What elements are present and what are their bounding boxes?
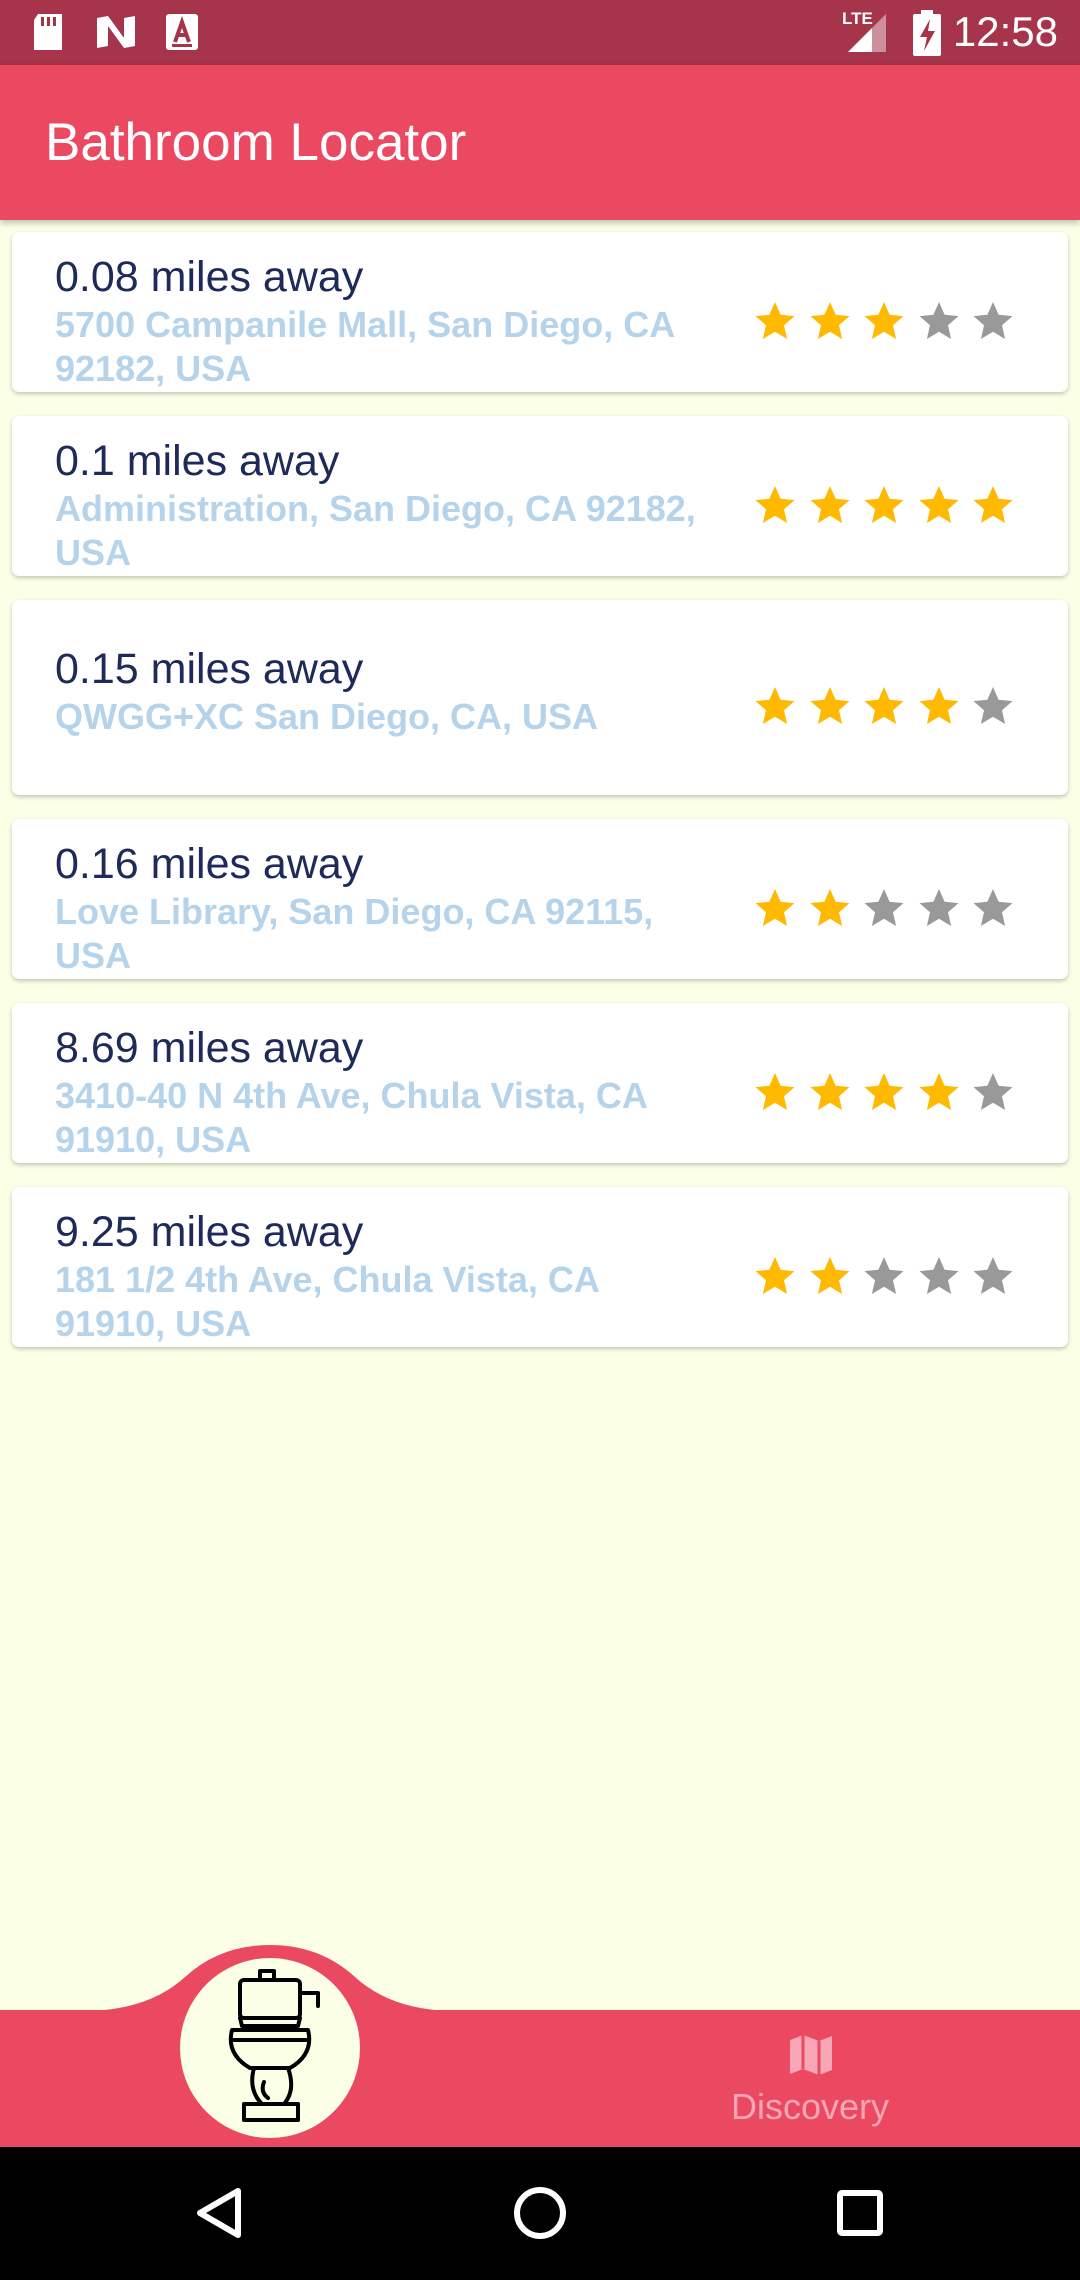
address-text: Administration, San Diego, CA 92182, USA	[55, 488, 696, 573]
star-filled-icon	[808, 483, 852, 527]
distance-text: 0.1 miles away	[55, 437, 340, 485]
back-icon[interactable]	[186, 2177, 258, 2249]
star-filled-icon	[808, 299, 852, 343]
app-bar: Bathroom Locator	[0, 65, 1080, 220]
sd-card-icon	[30, 12, 66, 57]
distance-text: 0.15 miles away	[55, 645, 364, 693]
distance-text: 9.25 miles away	[55, 1208, 364, 1256]
star-empty-icon	[971, 1070, 1015, 1114]
star-filled-icon	[808, 1254, 852, 1298]
star-filled-icon	[862, 299, 906, 343]
star-empty-icon	[917, 299, 961, 343]
star-filled-icon	[753, 1254, 797, 1298]
star-rating	[753, 886, 1033, 936]
network-type-label: LTE	[842, 9, 873, 28]
star-rating	[753, 1070, 1033, 1120]
distance-text: 8.69 miles away	[55, 1024, 364, 1072]
star-filled-icon	[808, 684, 852, 728]
bathroom-info: 0.1 miles away Administration, San Diego,…	[55, 436, 715, 575]
star-filled-icon	[753, 483, 797, 527]
system-navigation-bar	[0, 2147, 1080, 2280]
locate-bathroom-button[interactable]	[180, 1958, 360, 2138]
lte-signal-icon: LTE	[842, 10, 890, 59]
discovery-tab[interactable]: Discovery	[690, 2018, 930, 2138]
toilet-icon	[228, 1969, 320, 2122]
battery-charging-icon	[912, 10, 942, 61]
distance-text: 0.08 miles away	[55, 253, 364, 301]
star-empty-icon	[971, 1254, 1015, 1298]
star-filled-icon	[971, 483, 1015, 527]
star-filled-icon	[753, 299, 797, 343]
bathroom-info: 0.08 miles away 5700 Campanile Mall, San …	[55, 252, 715, 391]
address-text: QWGG+XC San Diego, CA, USA	[55, 696, 599, 737]
bathroom-info: 9.25 miles away 181 1/2 4th Ave, Chula Vi…	[55, 1207, 715, 1346]
address-text: Love Library, San Diego, CA 92115, USA	[55, 891, 654, 976]
star-rating	[753, 483, 1033, 533]
star-filled-icon	[753, 684, 797, 728]
star-rating	[753, 1254, 1033, 1304]
bathroom-card[interactable]: 0.16 miles away Love Library, San Diego, …	[12, 819, 1068, 979]
star-empty-icon	[917, 1254, 961, 1298]
star-empty-icon	[971, 299, 1015, 343]
star-filled-icon	[917, 483, 961, 527]
map-icon	[786, 2030, 836, 2080]
star-empty-icon	[862, 886, 906, 930]
status-bar: LTE 12:58	[0, 0, 1080, 65]
star-filled-icon	[862, 1070, 906, 1114]
star-filled-icon	[862, 483, 906, 527]
star-filled-icon	[917, 1070, 961, 1114]
n-notification-icon	[94, 12, 138, 57]
address-text: 3410-40 N 4th Ave, Chula Vista, CA 91910…	[55, 1075, 647, 1160]
bathroom-card[interactable]: 0.1 miles away Administration, San Diego,…	[12, 416, 1068, 576]
nav-bump	[90, 1945, 450, 2015]
home-icon[interactable]	[504, 2177, 576, 2249]
address-text: 181 1/2 4th Ave, Chula Vista, CA 91910, …	[55, 1259, 599, 1344]
bathroom-info: 0.16 miles away Love Library, San Diego, …	[55, 839, 715, 978]
star-filled-icon	[808, 1070, 852, 1114]
page-title: Bathroom Locator	[45, 113, 467, 172]
star-filled-icon	[862, 684, 906, 728]
star-filled-icon	[753, 1070, 797, 1114]
star-rating	[753, 299, 1033, 349]
bottom-navigation: Discovery	[0, 2010, 1080, 2147]
bathroom-card[interactable]: 0.08 miles away 5700 Campanile Mall, San …	[12, 232, 1068, 392]
bathroom-card[interactable]: 8.69 miles away 3410-40 N 4th Ave, Chula …	[12, 1003, 1068, 1163]
a-notification-icon	[164, 12, 200, 57]
bathroom-card[interactable]: 0.15 miles away QWGG+XC San Diego, CA, US…	[12, 600, 1068, 795]
discovery-label: Discovery	[730, 2086, 890, 2127]
distance-text: 0.16 miles away	[55, 840, 364, 888]
star-empty-icon	[971, 684, 1015, 728]
star-empty-icon	[917, 886, 961, 930]
recents-icon[interactable]	[824, 2177, 896, 2249]
bathroom-info: 0.15 miles away QWGG+XC San Diego, CA, US…	[55, 644, 715, 739]
star-filled-icon	[917, 684, 961, 728]
star-filled-icon	[753, 886, 797, 930]
bathroom-card[interactable]: 9.25 miles away 181 1/2 4th Ave, Chula Vi…	[12, 1187, 1068, 1347]
star-rating	[753, 684, 1033, 734]
bathroom-info: 8.69 miles away 3410-40 N 4th Ave, Chula …	[55, 1023, 715, 1162]
star-empty-icon	[971, 886, 1015, 930]
star-filled-icon	[808, 886, 852, 930]
clock: 12:58	[952, 8, 1058, 55]
address-text: 5700 Campanile Mall, San Diego, CA 92182…	[55, 304, 674, 389]
star-empty-icon	[862, 1254, 906, 1298]
